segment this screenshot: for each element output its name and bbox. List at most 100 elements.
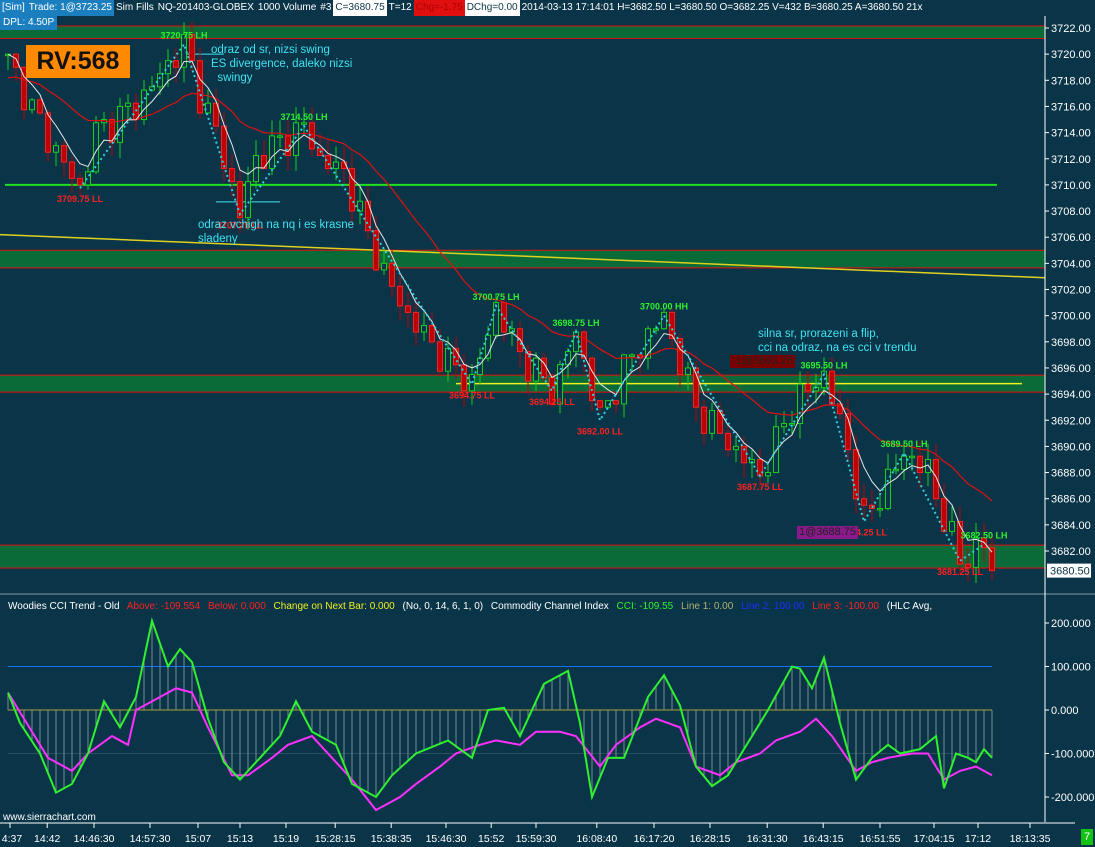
indicator-params: (No, 0, 14, 6, 1, 0)	[402, 601, 484, 612]
candle-up	[765, 472, 771, 477]
candle-up	[949, 521, 955, 532]
price-tick-label: 3714.00	[1051, 128, 1091, 140]
time-tick-label: 15:52	[478, 833, 504, 845]
candle-down	[581, 331, 587, 359]
chart-header: [Sim] Trade: 1@3723.25 Sim Fills NQ-20140…	[0, 0, 925, 16]
buy-order-marker[interactable]: 1@3688.75	[797, 526, 859, 539]
price-tick-label: 3690.00	[1051, 441, 1091, 453]
candle-down	[173, 60, 179, 68]
swing-high-label: 3682.50 LH	[960, 530, 1007, 540]
time-tick-label: 14:42	[34, 833, 60, 845]
candle-up	[445, 347, 451, 372]
sell-order-marker[interactable]: -1@3693.25	[730, 355, 795, 368]
candle-down	[613, 400, 619, 405]
annotation-note: silna sr, prorazeni a flip, cci na odraz…	[758, 328, 917, 354]
candle-up	[205, 102, 211, 114]
indicator-legend: Woodies CCI Trend - Old Above: -109.554 …	[8, 601, 932, 612]
candle-down	[757, 458, 763, 477]
swing-high-label: 3700.00 HH	[640, 302, 688, 312]
last-price-label: 3680.50	[1050, 566, 1090, 578]
candle-up	[709, 409, 715, 434]
annotation-note: odraz vchigh na nq i es krasne sladeny	[198, 219, 354, 245]
time-tick-label: 16:43:15	[803, 833, 844, 845]
candle-up	[685, 367, 691, 375]
sim-fills: Sim Fills	[115, 2, 154, 13]
candle-down	[13, 53, 19, 68]
price-tick-label: 3700.00	[1051, 311, 1091, 323]
cci-tick-label: 0.000	[1051, 705, 1079, 717]
time-tick-label: 17:12	[965, 833, 991, 845]
price-tick-label: 3696.00	[1051, 363, 1091, 375]
price-tick-label: 3722.00	[1051, 23, 1091, 35]
line2-value: Line 2: 100.00	[741, 601, 805, 612]
swing-low-label: 3692.00 LL	[577, 426, 624, 436]
turbo-cci-line	[7, 687, 993, 812]
candle-up	[909, 455, 915, 459]
candle-up	[885, 468, 891, 510]
change-next-bar: Change on Next Bar: 0.000	[273, 601, 395, 612]
status-badge: 7	[1081, 829, 1093, 845]
sim-label[interactable]: [Sim]	[0, 0, 27, 16]
price-tick-label: 3710.00	[1051, 180, 1091, 192]
candle-up	[245, 181, 251, 219]
cci-line	[7, 617, 993, 801]
cci-tick-label: -100.000	[1051, 749, 1094, 761]
close-value: C=3680.75	[333, 0, 387, 16]
candle-down	[437, 341, 443, 372]
candle-down	[989, 547, 995, 572]
support-resistance-zone	[0, 26, 1045, 39]
swing-low-label: 3687.75 LL	[737, 482, 784, 492]
candle-up	[893, 468, 899, 472]
candle-down	[373, 230, 379, 271]
symbol: NQ-201403-GLOBEX	[157, 2, 254, 13]
time-tick-label: 14:57:30	[130, 833, 171, 845]
price-tick-label: 3682.00	[1051, 546, 1091, 558]
time-tick-label: 15:38:35	[371, 833, 412, 845]
price-tick-label: 3706.00	[1051, 232, 1091, 244]
time-tick-label: 15:46:30	[426, 833, 467, 845]
ticks-value: T=12	[388, 2, 412, 13]
swing-high-label: 3689.50 LH	[880, 439, 927, 449]
swing-low-label: 3681.25 LL	[937, 567, 984, 577]
support-resistance-zone	[0, 250, 1045, 268]
candle-down	[429, 324, 435, 343]
time-tick-label: 18:13:35	[1010, 833, 1051, 845]
time-tick-label: 16:08:40	[576, 833, 617, 845]
time-tick-label: 16:28:15	[690, 833, 731, 845]
price-tick-label: 3716.00	[1051, 101, 1091, 113]
candle-down	[805, 383, 811, 392]
swing-high-label: 3700.75 LH	[472, 292, 519, 302]
sierrachart-link[interactable]: www.sierrachart.com	[3, 812, 96, 823]
candle-up	[733, 445, 739, 451]
price-tick-label: 3712.00	[1051, 154, 1091, 166]
slow-moving-average	[7, 76, 993, 502]
candle-up	[93, 122, 99, 173]
candle-up	[477, 357, 483, 375]
candle-up	[29, 99, 35, 111]
candle-up	[53, 145, 59, 153]
candle-down	[501, 302, 507, 333]
candle-up	[157, 73, 163, 88]
candle-up	[269, 135, 275, 170]
support-resistance-zone	[0, 545, 1045, 568]
chart-number: #3	[320, 2, 332, 13]
candle-up	[773, 426, 779, 474]
candle-down	[701, 406, 707, 434]
hlc-label: (HLC Avg,	[886, 601, 933, 612]
fast-moving-average	[7, 53, 993, 553]
candle-up	[653, 328, 659, 331]
change-value: Chg=-1.75	[413, 0, 465, 16]
candle-down	[261, 154, 267, 170]
below-value: Below: 0.000	[207, 601, 266, 612]
line1-value: Line 1: 0.00	[681, 601, 734, 612]
price-tick-label: 3720.00	[1051, 49, 1091, 61]
time-tick-label: 17:04:15	[914, 833, 955, 845]
price-tick-label: 3698.00	[1051, 337, 1091, 349]
price-chart[interactable]: 3 LH3720.75 LH3709.75 LL3714.50 LH3707.7…	[0, 0, 1095, 847]
candle-up	[973, 537, 979, 568]
indicator-name: Woodies CCI Trend - Old	[8, 601, 120, 612]
price-tick-label: 3686.00	[1051, 494, 1091, 506]
time-tick-label: 14:46:30	[74, 833, 115, 845]
candle-down	[405, 305, 411, 313]
candle-up	[877, 508, 883, 511]
